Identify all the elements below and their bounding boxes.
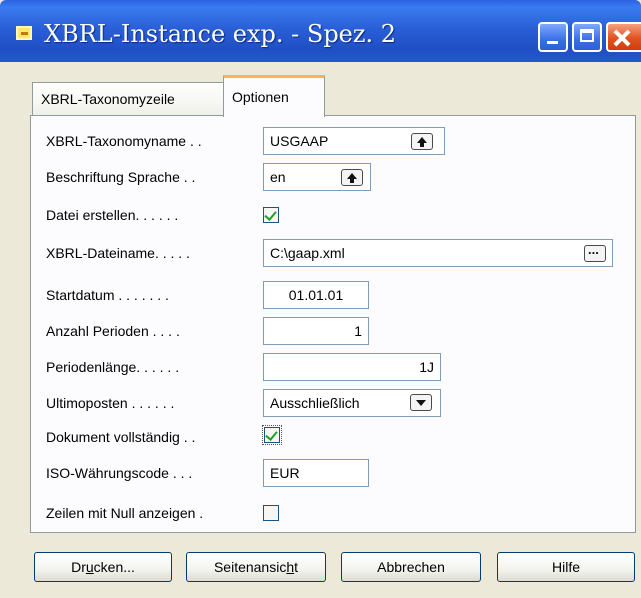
- chevron-down-icon[interactable]: [410, 394, 432, 411]
- sprache-label: Beschriftung Sprache . .: [46, 169, 196, 185]
- browse-ellipsis-icon[interactable]: [584, 242, 606, 262]
- dokument-vollstaendig-checkbox[interactable]: [262, 425, 282, 445]
- abbrechen-button[interactable]: Abbrechen: [341, 552, 481, 582]
- lookup-up-icon[interactable]: [411, 133, 433, 150]
- lookup-up-icon[interactable]: [341, 169, 363, 186]
- startdatum-field[interactable]: 01.01.01: [263, 281, 369, 309]
- checkmark-icon: [264, 208, 277, 221]
- startdatum-label: Startdatum . . . . . . .: [46, 287, 169, 303]
- taxonomyname-label: XBRL-Taxonomyname . .: [46, 133, 202, 149]
- seitenansicht-mnemonic: h: [286, 559, 295, 575]
- hilfe-button[interactable]: Hilfe: [497, 552, 635, 582]
- zeilen-null-label: Zeilen mit Null anzeigen .: [46, 505, 204, 521]
- periodenlaenge-label: Periodenlänge. . . . . .: [46, 359, 180, 375]
- ultimoposten-label: Ultimoposten . . . . . .: [46, 395, 175, 411]
- title-bar[interactable]: XBRL-Instance exp. - Spez. 2: [0, 0, 641, 62]
- zeilen-null-checkbox[interactable]: [263, 505, 279, 521]
- minimize-button[interactable]: [538, 22, 568, 52]
- drucken-mnemonic: u: [85, 559, 94, 575]
- drucken-button[interactable]: Drucken...: [34, 552, 172, 582]
- iso-waehrungscode-label: ISO-Währungscode . . .: [46, 465, 193, 481]
- seitenansicht-label-part: t: [294, 559, 299, 575]
- maximize-button[interactable]: [572, 22, 602, 52]
- iso-waehrungscode-field[interactable]: EUR: [263, 459, 369, 487]
- dateiname-field[interactable]: C:\gaap.xml: [263, 239, 613, 267]
- dateiname-label: XBRL-Dateiname. . . . .: [46, 245, 190, 261]
- drucken-label-part: Dr: [71, 559, 86, 575]
- datei-erstellen-label: Datei erstellen. . . . . .: [46, 207, 179, 223]
- dokument-vollstaendig-label: Dokument vollständig . .: [46, 429, 196, 445]
- app-icon: [16, 26, 32, 40]
- periodenlaenge-field[interactable]: 1J: [263, 353, 441, 381]
- close-button[interactable]: [606, 22, 641, 52]
- tab-xbrl-taxonomyzeile[interactable]: XBRL-Taxonomyzeile: [32, 82, 224, 116]
- drucken-label-part: cken...: [93, 559, 135, 575]
- seitenansicht-button[interactable]: Seitenansicht: [186, 552, 326, 582]
- datei-erstellen-checkbox[interactable]: [263, 207, 279, 223]
- tab-optionen[interactable]: Optionen: [223, 75, 325, 117]
- anzahl-perioden-label: Anzahl Perioden . . . .: [46, 323, 180, 339]
- checkmark-icon: [265, 428, 278, 441]
- anzahl-perioden-field[interactable]: 1: [263, 317, 369, 345]
- dialog-window: XBRL-Instance exp. - Spez. 2 XBRL-Taxono…: [0, 0, 641, 598]
- window-title: XBRL-Instance exp. - Spez. 2: [44, 20, 397, 48]
- seitenansicht-label-part: Seitenansic: [213, 559, 287, 575]
